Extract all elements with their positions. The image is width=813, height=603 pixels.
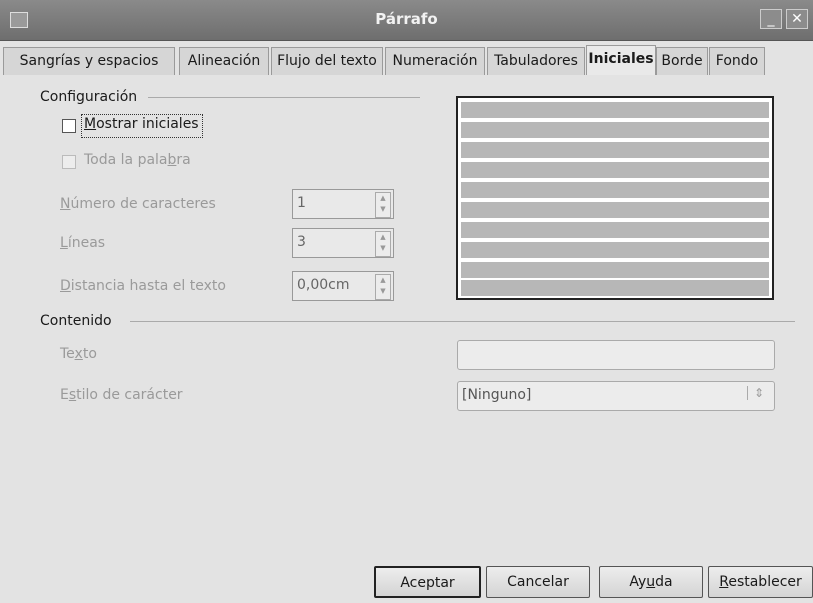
preview-line — [461, 222, 769, 238]
preview-line — [461, 142, 769, 158]
spin-arrows-icon[interactable]: ▲ ▼ — [375, 274, 391, 300]
preview-line — [461, 182, 769, 198]
spin-arrows-icon[interactable]: ▲ ▼ — [375, 231, 391, 257]
estilo-label: Estilo de carácter — [60, 387, 183, 403]
numero-caracteres-label: Número de caracteres — [60, 196, 216, 212]
preview-line — [461, 122, 769, 138]
distancia-spinbox[interactable]: 0,00cm ▲ ▼ — [292, 271, 394, 301]
estilo-select[interactable]: [Ninguno] ⇕ — [457, 381, 775, 411]
numero-caracteres-spinbox[interactable]: 1 ▲ ▼ — [292, 189, 394, 219]
tab-tabuladores[interactable]: Tabuladores — [487, 47, 585, 75]
ayuda-button[interactable]: Ayuda — [599, 566, 703, 598]
aceptar-button[interactable]: Aceptar — [374, 566, 481, 598]
tab-numeracion[interactable]: Numeración — [385, 47, 485, 75]
configuracion-divider — [148, 97, 420, 98]
estilo-value: [Ninguno] — [462, 387, 532, 403]
tab-iniciales[interactable]: Iniciales — [586, 45, 656, 75]
distancia-label: Distancia hasta el texto — [60, 278, 226, 294]
tab-fondo[interactable]: Fondo — [709, 47, 765, 75]
preview-box — [456, 96, 774, 300]
preview-line — [461, 280, 769, 296]
window-title: Párrafo — [375, 10, 438, 28]
restablecer-button[interactable]: Restablecer — [708, 566, 813, 598]
spin-arrows-icon[interactable]: ▲ ▼ — [375, 192, 391, 218]
contenido-divider — [130, 321, 795, 322]
mostrar-iniciales-label[interactable]: Mostrar iniciales — [84, 116, 199, 132]
configuracion-heading: Configuración — [40, 89, 138, 105]
minimize-button[interactable]: _ — [760, 9, 782, 29]
tab-alineacion[interactable]: Alineación — [179, 47, 269, 75]
texto-label: Texto — [60, 346, 97, 362]
cancelar-button[interactable]: Cancelar — [486, 566, 590, 598]
preview-line — [461, 102, 769, 118]
preview-line — [461, 202, 769, 218]
lineas-spinbox[interactable]: 3 ▲ ▼ — [292, 228, 394, 258]
preview-line — [461, 262, 769, 278]
title-bar: Párrafo _ ✕ — [0, 0, 813, 41]
updown-arrow-icon: ⇕ — [746, 386, 764, 400]
numero-caracteres-value: 1 — [297, 195, 306, 211]
lineas-value: 3 — [297, 234, 306, 250]
tab-borde[interactable]: Borde — [656, 47, 708, 75]
tab-sangrias[interactable]: Sangrías y espacios — [3, 47, 175, 75]
preview-line — [461, 242, 769, 258]
toda-la-palabra-label: Toda la palabra — [84, 152, 191, 168]
texto-input[interactable] — [457, 340, 775, 370]
close-button[interactable]: ✕ — [786, 9, 808, 29]
distancia-value: 0,00cm — [297, 277, 350, 293]
lineas-label: Líneas — [60, 235, 106, 251]
contenido-heading: Contenido — [40, 313, 112, 329]
tab-flujo[interactable]: Flujo del texto — [271, 47, 383, 75]
toda-la-palabra-checkbox[interactable] — [62, 155, 76, 169]
preview-line — [461, 162, 769, 178]
mostrar-iniciales-checkbox[interactable] — [62, 119, 76, 133]
